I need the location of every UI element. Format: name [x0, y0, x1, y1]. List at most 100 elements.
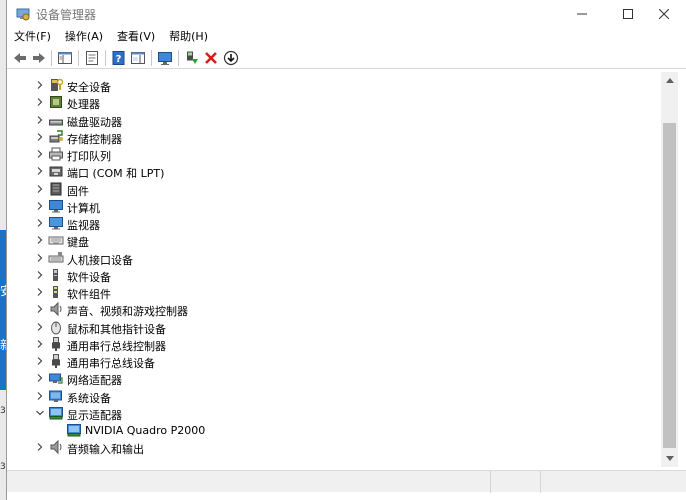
toolbar: ?	[7, 47, 686, 69]
chevron-right-icon[interactable]	[35, 253, 45, 263]
chevron-right-icon[interactable]	[35, 442, 45, 452]
tree-category-item[interactable]: 打印队列	[10, 146, 650, 163]
tree-category-item[interactable]: 软件设备	[10, 267, 650, 284]
chevron-right-icon[interactable]	[35, 322, 45, 332]
tree-category-item[interactable]: 鼠标和其他指针设备	[10, 319, 650, 336]
action-pane-icon[interactable]	[130, 50, 146, 66]
tree-item-label: 网络适配器	[67, 374, 122, 388]
tree-category-item[interactable]: 通用串行总线设备	[10, 353, 650, 370]
menu-view[interactable]: 查看(V)	[110, 28, 162, 46]
firmware-icon	[50, 182, 62, 195]
chevron-right-icon[interactable]	[35, 304, 45, 314]
menu-action[interactable]: 操作(A)	[58, 28, 110, 46]
display-adapter-icon	[49, 406, 63, 420]
tree-category-item[interactable]: 显示适配器	[10, 405, 650, 422]
chevron-right-icon[interactable]	[35, 287, 45, 297]
toolbar-separator	[105, 50, 106, 66]
tree-item-label: 计算机	[67, 201, 100, 215]
chevron-right-icon[interactable]	[35, 270, 45, 280]
tree-category-item[interactable]: 计算机	[10, 198, 650, 215]
tree-child-item[interactable]: NVIDIA Quadro P2000	[10, 422, 650, 439]
chevron-right-icon[interactable]	[35, 391, 45, 401]
mouse-icon	[51, 321, 61, 334]
tree-category-item[interactable]: 键盘	[10, 232, 650, 249]
toolbar-separator	[151, 50, 152, 66]
monitor-scan-icon[interactable]	[157, 50, 173, 66]
tree-category-item[interactable]: 人机接口设备	[10, 250, 650, 267]
maximize-icon	[623, 9, 633, 19]
tree-category-item[interactable]: 声音、视频和游戏控制器	[10, 301, 650, 318]
tree-category-item[interactable]: 软件组件	[10, 284, 650, 301]
storage-controller-icon	[49, 130, 63, 143]
tree-category-item[interactable]: 固件	[10, 181, 650, 198]
down-arrow-circle-icon[interactable]	[223, 50, 239, 66]
menu-help[interactable]: 帮助(H)	[162, 28, 215, 46]
vertical-scrollbar[interactable]	[661, 72, 678, 467]
monitor-icon	[49, 217, 63, 230]
printer-icon	[49, 147, 63, 161]
speaker-icon	[50, 302, 62, 317]
chevron-right-icon[interactable]	[35, 235, 45, 245]
tree-item-label: 键盘	[67, 236, 89, 250]
chevron-right-icon[interactable]	[35, 339, 45, 349]
chevron-right-icon[interactable]	[35, 80, 45, 90]
system-device-icon	[49, 390, 62, 402]
menu-bar: 文件(F) 操作(A) 查看(V) 帮助(H)	[7, 28, 686, 46]
close-button[interactable]	[641, 0, 686, 28]
tree-category-item[interactable]: 网络适配器	[10, 370, 650, 387]
tree-category-item[interactable]: 音频输入和输出	[10, 439, 650, 456]
console-tree-icon[interactable]	[57, 50, 73, 66]
tree-category-item[interactable]: 通用串行总线控制器	[10, 336, 650, 353]
tree-item-label: 磁盘驱动器	[67, 115, 122, 129]
software-device-icon	[53, 268, 58, 281]
toolbar-separator	[51, 50, 52, 66]
disk-drive-icon	[49, 119, 63, 125]
chevron-right-icon[interactable]	[35, 149, 45, 159]
software-component-icon	[53, 286, 58, 298]
red-x-icon[interactable]	[203, 50, 219, 66]
arrow-left-icon[interactable]	[12, 50, 28, 66]
tree-item-label: 声音、视频和游戏控制器	[67, 305, 188, 319]
tree-category-item[interactable]: 存储控制器	[10, 129, 650, 146]
device-manager-icon	[16, 8, 30, 21]
arrow-right-icon[interactable]	[31, 50, 47, 66]
chevron-right-icon[interactable]	[35, 373, 45, 383]
tree-category-item[interactable]: 系统设备	[10, 388, 650, 405]
scroll-down-button[interactable]	[661, 450, 678, 467]
chevron-right-icon[interactable]	[35, 132, 45, 142]
chevron-right-icon[interactable]	[35, 356, 45, 366]
chevron-up-icon	[665, 78, 674, 83]
properties-icon[interactable]	[84, 50, 100, 66]
scroll-thumb[interactable]	[663, 123, 676, 448]
title-bar[interactable]: 设备管理器	[7, 0, 686, 28]
help-icon[interactable]: ?	[111, 50, 127, 66]
tree-category-item[interactable]: 处理器	[10, 94, 650, 111]
minimize-icon	[577, 13, 587, 15]
speaker-icon	[50, 440, 62, 455]
chevron-down-icon[interactable]	[35, 408, 45, 418]
menu-file[interactable]: 文件(F)	[7, 28, 58, 46]
tree-item-label: 软件组件	[67, 288, 111, 301]
tree-item-label: 安全设备	[67, 81, 111, 94]
tree-item-label: 监视器	[67, 219, 100, 232]
tree-category-item[interactable]: 监视器	[10, 215, 650, 232]
tree-item-label: 系统设备	[67, 391, 111, 405]
tree-item-label: 软件设备	[67, 270, 111, 284]
chevron-right-icon[interactable]	[35, 218, 45, 228]
chevron-right-icon[interactable]	[35, 201, 45, 211]
network-adapter-icon	[49, 373, 63, 384]
chevron-right-icon[interactable]	[35, 97, 45, 107]
scroll-up-button[interactable]	[661, 72, 678, 89]
tree-item-label: 端口 (COM 和 LPT)	[67, 167, 165, 181]
tree-category-item[interactable]: 安全设备	[10, 77, 650, 94]
device-tree[interactable]: 安全设备 处理器磁盘驱动器 存储控制器 打印队列端口 (COM 和 LPT) 固件计算机…	[10, 72, 662, 466]
tree-category-item[interactable]: 磁盘驱动器	[10, 112, 650, 129]
chevron-right-icon[interactable]	[35, 115, 45, 125]
status-segment	[7, 471, 491, 493]
update-driver-icon[interactable]	[184, 50, 200, 66]
device-manager-window: 设备管理器 文件(F) 操作(A) 查看(V) 帮助(H) ? 安全设备 处理器…	[6, 0, 686, 500]
chevron-right-icon[interactable]	[35, 184, 45, 194]
chevron-right-icon[interactable]	[35, 166, 45, 176]
minimize-button[interactable]	[559, 0, 605, 28]
tree-category-item[interactable]: 端口 (COM 和 LPT)	[10, 163, 650, 180]
